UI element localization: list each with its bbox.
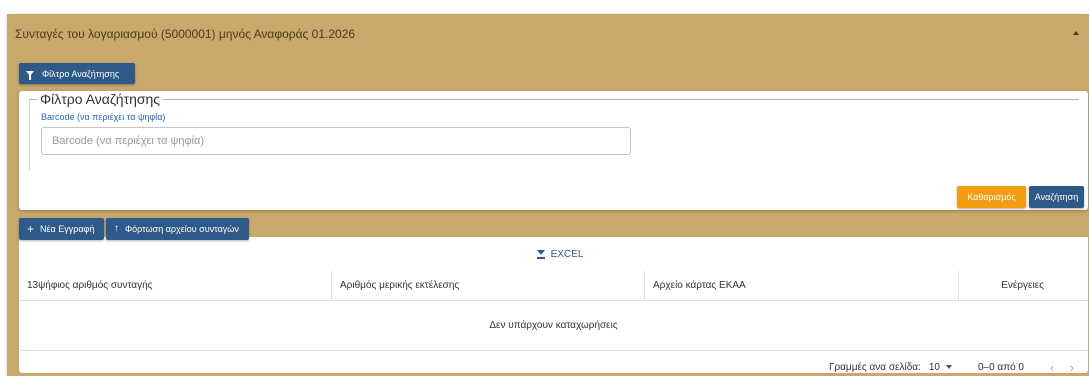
upload-recipes-file-label: Φόρτωση αρχείου συνταγών [125,224,239,234]
recipes-panel: Συνταγές του λογαριασμού (5000001) μηνός… [7,14,1089,376]
new-entry-button[interactable]: + Νέα Εγγραφή [19,218,104,240]
filter-icon [26,71,34,80]
fieldset-border [29,100,30,170]
previous-page-button[interactable]: ‹ [1042,360,1062,375]
rows-per-page-value: 10 [928,361,940,373]
export-row: EXCEL [19,237,1088,271]
chevron-down-icon [945,365,952,369]
next-page-button[interactable]: › [1062,360,1082,375]
arrow-up-icon: ↑ [114,223,119,234]
plus-icon: + [27,222,35,236]
rows-per-page-label: Γραμμές ανα σελίδα: [828,361,921,373]
table-header: 13ψήφιος αριθμός συνταγής Αριθμός μερική… [19,271,1088,301]
column-header-ekaa-card-file[interactable]: Αρχείο κάρτας ΕΚΑΑ [645,271,959,300]
collapse-icon[interactable] [1073,31,1079,35]
filter-legend: Φίλτρο Αναζήτησης [37,91,164,107]
filter-fieldset: Φίλτρο Αναζήτησης Barcode (να περιέχει τ… [29,91,1079,177]
search-filter-card: Φίλτρο Αναζήτησης Barcode (να περιέχει τ… [19,91,1088,210]
panel-title: Συνταγές του λογαριασμού (5000001) μηνός… [15,27,356,41]
column-header-partial-execution[interactable]: Αριθμός μερικής εκτέλεσης [332,271,645,300]
upload-recipes-file-button[interactable]: ↑ Φόρτωση αρχείου συνταγών [106,218,249,240]
search-button[interactable]: Αναζήτηση [1029,186,1084,208]
excel-export-button[interactable]: EXCEL [536,248,584,260]
new-entry-label: Νέα Εγγραφή [40,224,95,234]
column-header-actions: Ενέργειες [1001,280,1044,291]
rows-per-page-select[interactable]: 10 [929,362,952,373]
download-icon [536,249,546,259]
recipes-table-card: EXCEL 13ψήφιος αριθμός συνταγής Αριθμός … [19,237,1088,376]
filter-toggle-button[interactable]: Φίλτρο Αναζήτησης [19,63,135,84]
pagination-range: 0–0 από 0 [977,361,1024,373]
empty-table-message: Δεν υπάρχουν καταχωρήσεις [19,301,1088,351]
excel-export-label: EXCEL [550,248,584,260]
clear-button[interactable]: Καθαρισμός [957,186,1026,208]
column-header-prescription-number[interactable]: 13ψήφιος αριθμός συνταγής [19,271,332,300]
table-pagination: Γραμμές ανα σελίδα: 10 0–0 από 0 ‹ › [829,351,1088,376]
filter-toggle-label: Φίλτρο Αναζήτησης [42,68,120,79]
barcode-label: Barcode (να περιέχει τα ψηφία) [41,112,166,122]
barcode-input[interactable] [41,127,631,155]
panel-header[interactable]: Συνταγές του λογαριασμού (5000001) μηνός… [7,14,1089,54]
